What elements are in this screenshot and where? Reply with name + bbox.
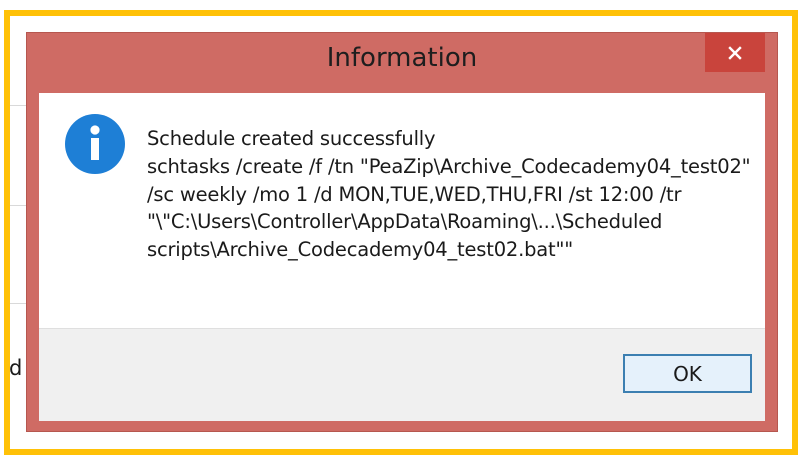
dialog-content: Schedule created successfully schtasks /… [39, 93, 765, 421]
dialog-title: Information [326, 43, 478, 73]
background-divider [8, 303, 28, 304]
close-button[interactable] [705, 33, 765, 72]
background-partial-text: d [9, 356, 23, 380]
dialog-titlebar[interactable]: Information [27, 33, 777, 93]
information-dialog: Information Schedule created successfull… [26, 32, 778, 432]
dialog-message: Schedule created successfully schtasks /… [147, 127, 751, 262]
close-icon [728, 45, 742, 60]
background-divider [8, 105, 28, 106]
ok-button[interactable]: OK [623, 354, 752, 393]
info-icon [65, 114, 125, 174]
dialog-button-area: OK [39, 328, 765, 421]
background-divider [8, 205, 28, 206]
